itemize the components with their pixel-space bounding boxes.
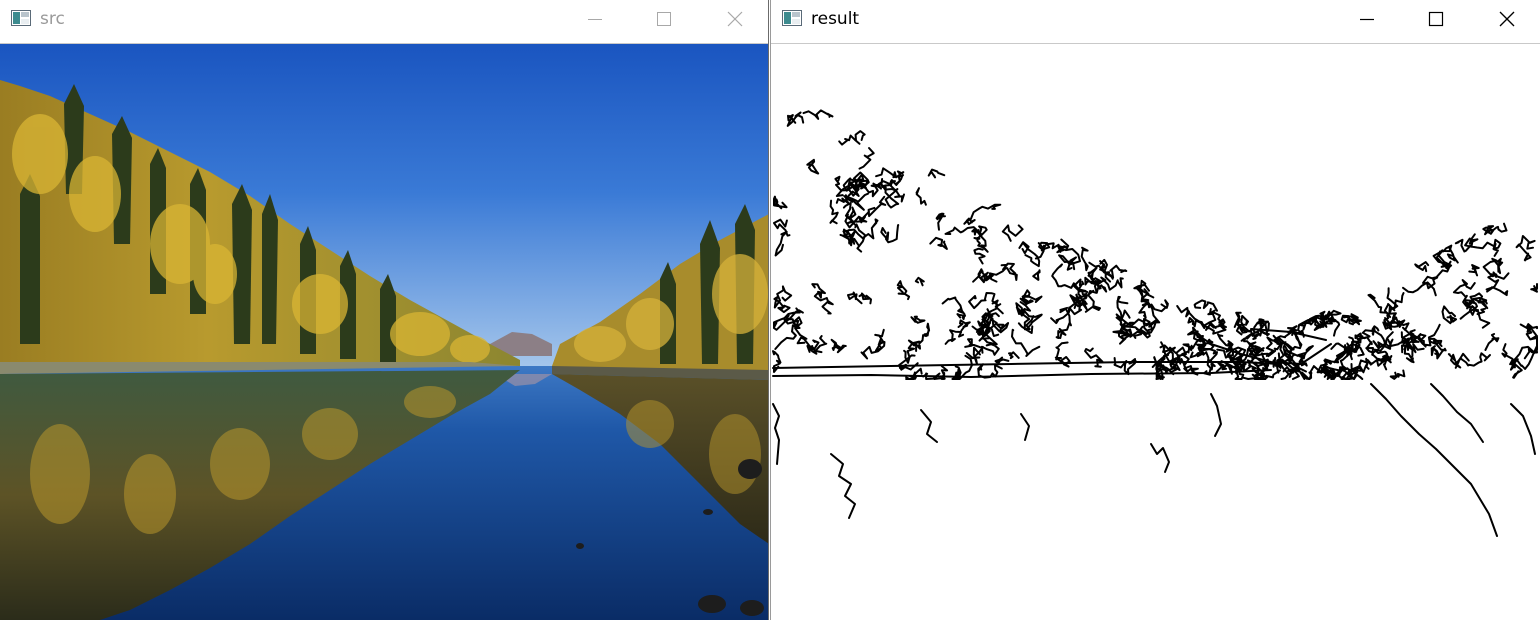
- maximize-button[interactable]: [641, 4, 687, 34]
- minimize-button[interactable]: [572, 4, 618, 34]
- minimize-icon: [588, 19, 602, 20]
- src-titlebar[interactable]: src: [0, 0, 768, 44]
- app-window-icon: [782, 10, 802, 26]
- maximize-button[interactable]: [1413, 4, 1459, 34]
- result-image: [771, 44, 1540, 620]
- close-icon: [727, 11, 743, 27]
- result-window[interactable]: result: [770, 0, 1540, 620]
- src-window[interactable]: src: [0, 0, 769, 620]
- close-icon: [1499, 11, 1515, 27]
- result-titlebar[interactable]: result: [771, 0, 1540, 44]
- close-button[interactable]: [712, 4, 758, 34]
- maximize-icon: [657, 12, 671, 26]
- lake-photo: [0, 44, 768, 620]
- window-title: result: [811, 9, 860, 29]
- close-button[interactable]: [1484, 4, 1530, 34]
- app-window-icon: [11, 10, 31, 26]
- minimize-icon: [1360, 18, 1374, 21]
- maximize-icon: [1428, 11, 1444, 27]
- window-title: src: [40, 9, 65, 29]
- src-image: [0, 44, 768, 620]
- edge-map: [771, 44, 1540, 620]
- minimize-button[interactable]: [1344, 4, 1390, 34]
